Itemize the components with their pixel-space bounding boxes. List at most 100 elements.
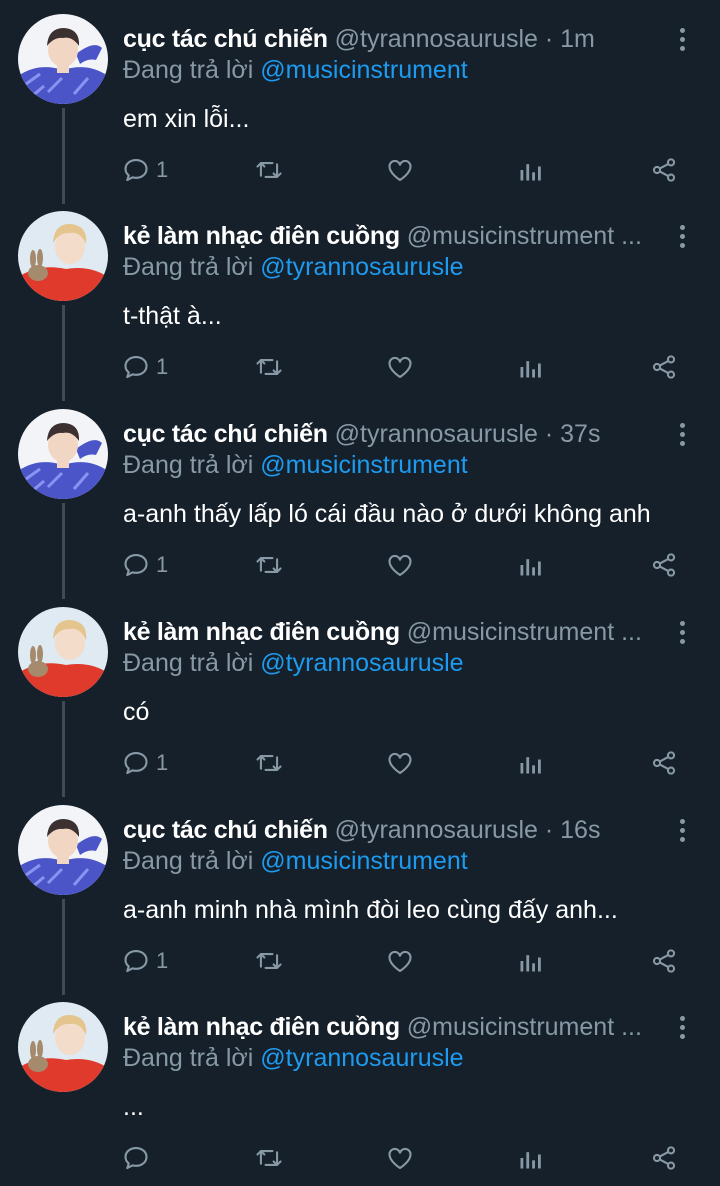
timestamp[interactable]: 1m [560,25,595,53]
replying-to-label: Đang trả lời [123,253,254,281]
retweet-button[interactable] [254,349,284,385]
display-name[interactable]: cục tác chú chiến [123,25,328,53]
more-vertical-icon[interactable] [672,419,692,449]
retweet-icon [256,755,282,771]
share-button[interactable] [650,349,678,385]
retweet-button[interactable] [254,745,284,781]
reply-icon [124,356,148,379]
mention-link[interactable]: @tyrannosaurusle [260,649,463,677]
bar-chart-icon [520,1152,541,1169]
action-bar: 1 [0,349,720,385]
reply-button[interactable]: 1 [122,547,168,583]
avatar[interactable] [18,607,108,697]
time-separator: · [544,816,561,844]
display-name[interactable]: kẻ làm nhạc điên cuồng [123,618,400,646]
more-vertical-icon[interactable] [672,1012,692,1042]
stats-button[interactable] [518,745,544,781]
share-button[interactable] [650,1140,678,1176]
reply-count: 1 [156,157,169,182]
mention-link[interactable]: @tyrannosaurusle [260,1044,463,1072]
retweet-button[interactable] [254,943,284,979]
share-button[interactable] [650,943,678,979]
reply-icon [124,1147,148,1170]
tweet-text: a-anh thấy lấp ló cái đầu nào ở dưới khô… [123,500,651,528]
more-vertical-icon[interactable] [672,617,692,647]
tweet-text: có [123,698,150,726]
more-vertical-icon[interactable] [672,24,692,54]
action-bar: 1 [0,943,720,979]
stats-button[interactable] [518,152,544,188]
tweet-3[interactable]: cục tác chú chiến @tyrannosaurusle · 37s… [0,395,720,599]
heart-icon [388,554,412,576]
user-handle[interactable]: @tyrannosaurusle [335,420,538,448]
mention-link[interactable]: @musicinstrument [260,56,467,84]
display-name[interactable]: cục tác chú chiến [123,420,328,448]
user-handle[interactable]: @musicinstrument ... [407,222,642,250]
stats-button[interactable] [518,547,544,583]
action-bar [0,1140,720,1176]
like-button[interactable] [386,349,414,385]
user-handle[interactable]: @tyrannosaurusle [335,816,538,844]
more-vertical-icon[interactable] [672,815,692,845]
like-button[interactable] [386,943,414,979]
tweet-5[interactable]: cục tác chú chiến @tyrannosaurusle · 16s… [0,791,720,995]
avatar[interactable] [18,14,108,104]
mention-link[interactable]: @musicinstrument [260,451,467,479]
share-icon [652,949,676,973]
share-button[interactable] [650,547,678,583]
avatar[interactable] [18,211,108,301]
display-name[interactable]: kẻ làm nhạc điên cuồng [123,222,400,250]
timestamp[interactable]: 16s [560,816,600,844]
reply-button[interactable]: 1 [122,745,168,781]
replying-to-label: Đang trả lời [123,1044,254,1072]
mention-link[interactable]: @musicinstrument [260,847,467,875]
replying-to: Đang trả lời @musicinstrument [123,845,468,877]
display-name[interactable]: kẻ làm nhạc điên cuồng [123,1013,400,1041]
stats-button[interactable] [518,943,544,979]
action-bar: 1 [0,745,720,781]
share-button[interactable] [650,152,678,188]
more-vertical-icon[interactable] [672,221,692,251]
tweet-2[interactable]: kẻ làm nhạc điên cuồng @musicinstrument … [0,197,720,401]
heart-icon [388,356,412,378]
replying-to: Đang trả lời @tyrannosaurusle [123,1042,464,1074]
like-button[interactable] [386,547,414,583]
mention-link[interactable]: @tyrannosaurusle [260,253,463,281]
avatar[interactable] [18,805,108,895]
retweet-icon [256,162,282,178]
retweet-icon [256,1150,282,1166]
reply-button[interactable]: 1 [122,152,168,188]
stats-button[interactable] [518,349,544,385]
tweet-6[interactable]: kẻ làm nhạc điên cuồng @musicinstrument … [0,988,720,1186]
like-button[interactable] [386,1140,414,1176]
replying-to-label: Đang trả lời [123,451,254,479]
reply-button[interactable]: 1 [122,943,168,979]
display-name[interactable]: cục tác chú chiến [123,816,328,844]
share-button[interactable] [650,745,678,781]
like-button[interactable] [386,152,414,188]
heart-icon [388,950,412,972]
retweet-button[interactable] [254,152,284,188]
user-handle[interactable]: @tyrannosaurusle [335,25,538,53]
user-handle[interactable]: @musicinstrument ... [407,1013,642,1041]
tweet-4[interactable]: kẻ làm nhạc điên cuồng @musicinstrument … [0,593,720,797]
stats-button[interactable] [518,1140,544,1176]
retweet-icon [256,557,282,573]
tweet-text: ... [123,1093,144,1121]
avatar[interactable] [18,409,108,499]
share-icon [652,1146,676,1170]
retweet-button[interactable] [254,1140,284,1176]
heart-icon [388,1147,412,1169]
share-icon [652,158,676,182]
tweet-1[interactable]: cục tác chú chiến @tyrannosaurusle · 1m … [0,0,720,204]
retweet-icon [256,953,282,969]
retweet-button[interactable] [254,547,284,583]
timestamp[interactable]: 37s [560,420,600,448]
replying-to-label: Đang trả lời [123,649,254,677]
tweet-header: cục tác chú chiến @tyrannosaurusle · 37s [123,417,663,451]
user-handle[interactable]: @musicinstrument ... [407,618,642,646]
avatar[interactable] [18,1002,108,1092]
like-button[interactable] [386,745,414,781]
reply-button[interactable] [122,1140,150,1176]
reply-button[interactable]: 1 [122,349,168,385]
